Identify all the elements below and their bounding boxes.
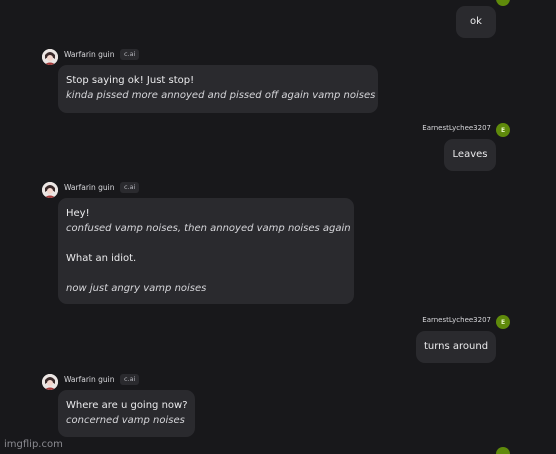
user-message-bubble: Leaves	[444, 139, 496, 171]
bot-message-bubble: Hey! confused vamp noises, then annoyed …	[58, 198, 354, 304]
message-text: Leaves	[452, 149, 488, 160]
message-text: Where are u going now?	[66, 400, 188, 411]
bot-message-bubble: Where are u going now? concerned vamp no…	[58, 390, 195, 437]
user-avatar[interactable]: E	[496, 315, 510, 329]
bot-message-bubble: Stop saying ok! Just stop! kinda pissed …	[58, 65, 378, 113]
message-action-text: confused vamp noises, then annoyed vamp …	[66, 223, 351, 234]
message-text: Stop saying ok! Just stop!	[66, 75, 195, 86]
user-avatar[interactable]: E	[496, 123, 510, 137]
bot-name: Warfarin guin	[64, 375, 115, 384]
message-action-text: kinda pissed more annoyed and pissed off…	[66, 90, 376, 101]
bot-badge: c.ai	[120, 49, 140, 60]
bot-badge: c.ai	[120, 374, 140, 385]
watermark: imgflip.com	[4, 439, 63, 450]
user-avatar[interactable]	[496, 0, 510, 6]
bot-name: Warfarin guin	[64, 50, 115, 59]
user-avatar[interactable]	[496, 447, 510, 454]
user-name: EarnestLychee3207	[422, 124, 491, 132]
bot-avatar[interactable]	[42, 49, 58, 65]
user-message-bubble: turns around	[416, 331, 496, 363]
user-name: EarnestLychee3207	[422, 316, 491, 324]
bot-name: Warfarin guin	[64, 183, 115, 192]
message-action-text: now just angry vamp noises	[66, 283, 207, 294]
bot-avatar[interactable]	[42, 182, 58, 198]
user-message-bubble: ok	[456, 6, 496, 38]
bot-avatar[interactable]	[42, 374, 58, 390]
message-action-text: concerned vamp noises	[66, 415, 185, 426]
bot-badge: c.ai	[120, 182, 140, 193]
chat-page: ok Warfarin guin c.ai Stop saying ok! Ju…	[0, 0, 556, 454]
message-text: ok	[470, 16, 482, 27]
message-text: Hey!	[66, 208, 90, 219]
message-text: What an idiot.	[66, 253, 137, 264]
message-text: turns around	[423, 341, 489, 352]
